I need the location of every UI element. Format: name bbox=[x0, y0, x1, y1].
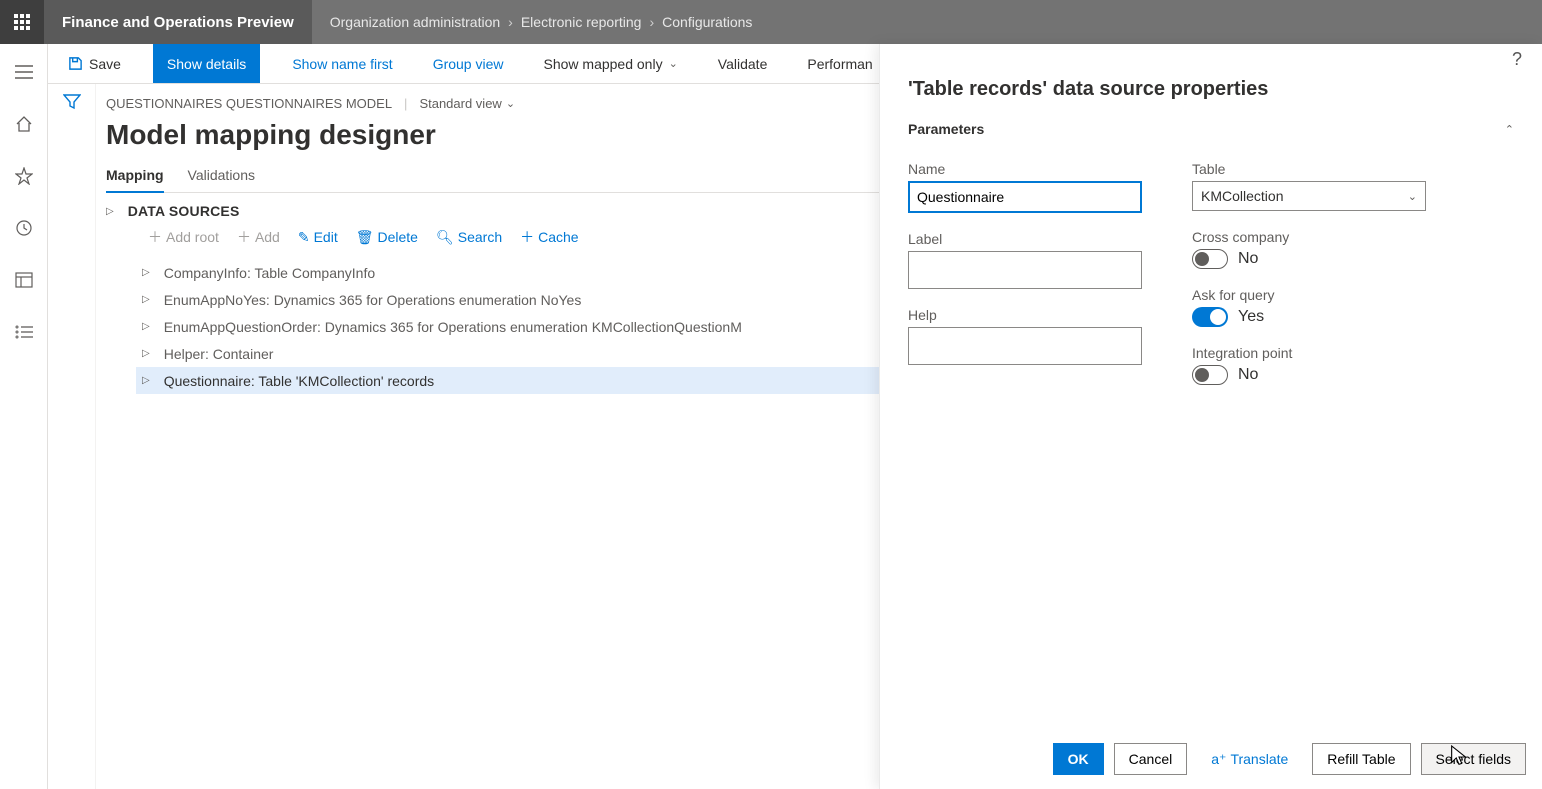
chevron-right-icon: › bbox=[500, 14, 521, 30]
expand-icon: ▷ bbox=[142, 375, 150, 386]
search-button[interactable]: 🔍︎ Search bbox=[436, 227, 502, 247]
clock-icon[interactable] bbox=[4, 208, 44, 248]
form-icon[interactable] bbox=[4, 260, 44, 300]
edit-button[interactable]: ✎ Edit bbox=[298, 227, 338, 247]
view-selector[interactable]: Standard view ⌄ bbox=[419, 96, 515, 111]
group-view-button[interactable]: Group view bbox=[425, 44, 512, 83]
pane-title: 'Table records' data source properties bbox=[880, 74, 1542, 113]
pane-footer: OK Cancel a⁺Translate Refill Table Selec… bbox=[880, 729, 1542, 789]
select-fields-button[interactable]: Select fields bbox=[1421, 743, 1526, 775]
expand-icon[interactable]: ▷ bbox=[106, 206, 114, 217]
breadcrumb-item[interactable]: Configurations bbox=[662, 14, 752, 30]
filter-column bbox=[48, 84, 96, 789]
label-field: Label bbox=[908, 231, 1148, 289]
pencil-icon: ✎ bbox=[298, 229, 310, 246]
tab-validations[interactable]: Validations bbox=[188, 159, 255, 192]
plus-icon: ＋ bbox=[237, 227, 251, 247]
expand-icon: ▷ bbox=[142, 321, 150, 332]
validate-button[interactable]: Validate bbox=[710, 44, 776, 83]
label-input[interactable] bbox=[908, 251, 1142, 289]
save-icon bbox=[68, 56, 83, 71]
trash-icon: 🗑 bbox=[356, 229, 374, 246]
star-icon[interactable] bbox=[4, 156, 44, 196]
ask-query-toggle[interactable] bbox=[1192, 307, 1228, 327]
filter-icon[interactable] bbox=[63, 94, 81, 789]
nav-rail bbox=[0, 44, 48, 789]
show-mapped-only-button[interactable]: Show mapped only ⌄ bbox=[536, 44, 686, 83]
list-icon[interactable] bbox=[4, 312, 44, 352]
parameters-form: Name Label Help Table KMCollection bbox=[880, 137, 1542, 385]
help-icon[interactable]: ? bbox=[1512, 49, 1522, 70]
name-field: Name bbox=[908, 161, 1148, 213]
chevron-right-icon: › bbox=[641, 14, 662, 30]
performance-button[interactable]: Performan bbox=[799, 44, 880, 83]
plus-icon: ＋ bbox=[148, 227, 162, 247]
table-select[interactable]: KMCollection ⌄ bbox=[1192, 181, 1426, 211]
add-root-button[interactable]: ＋Add root bbox=[148, 227, 219, 247]
delete-button[interactable]: 🗑 Delete bbox=[356, 227, 418, 247]
cache-button[interactable]: ＋Cache bbox=[520, 227, 578, 247]
expand-icon: ▷ bbox=[142, 267, 150, 278]
chevron-down-icon: ⌄ bbox=[1408, 190, 1417, 203]
data-sources-title: DATA SOURCES bbox=[128, 203, 240, 219]
cancel-button[interactable]: Cancel bbox=[1114, 743, 1188, 775]
cross-company-field: Cross company No bbox=[1192, 229, 1432, 269]
parameters-section-header[interactable]: Parameters ⌃ bbox=[880, 113, 1542, 137]
chevron-down-icon: ⌄ bbox=[506, 97, 515, 110]
expand-icon: ▷ bbox=[142, 294, 150, 305]
save-button[interactable]: Save bbox=[60, 44, 129, 83]
expand-icon: ▷ bbox=[142, 348, 150, 359]
chevron-down-icon: ⌄ bbox=[669, 57, 678, 70]
app-launcher-button[interactable] bbox=[0, 0, 44, 44]
breadcrumb-item[interactable]: Organization administration bbox=[330, 14, 500, 30]
breadcrumb: Organization administration › Electronic… bbox=[312, 0, 1542, 44]
breadcrumb-item[interactable]: Electronic reporting bbox=[521, 14, 642, 30]
add-button[interactable]: ＋Add bbox=[237, 227, 280, 247]
app-title: Finance and Operations Preview bbox=[44, 14, 312, 31]
name-input[interactable] bbox=[908, 181, 1142, 213]
integration-field: Integration point No bbox=[1192, 345, 1432, 385]
chevron-up-icon: ⌃ bbox=[1505, 123, 1514, 136]
search-icon: 🔍︎ bbox=[436, 229, 454, 246]
show-details-button[interactable]: Show details bbox=[153, 44, 260, 83]
tab-mapping[interactable]: Mapping bbox=[106, 159, 164, 193]
ok-button[interactable]: OK bbox=[1053, 743, 1104, 775]
page-context: QUESTIONNAIRES QUESTIONNAIRES MODEL bbox=[106, 96, 392, 111]
show-name-first-button[interactable]: Show name first bbox=[284, 44, 400, 83]
help-field: Help bbox=[908, 307, 1148, 365]
top-bar: Finance and Operations Preview Organizat… bbox=[0, 0, 1542, 44]
translate-button[interactable]: a⁺Translate bbox=[1197, 743, 1302, 775]
menu-icon[interactable] bbox=[4, 52, 44, 92]
waffle-icon bbox=[14, 14, 30, 30]
help-input[interactable] bbox=[908, 327, 1142, 365]
cross-company-toggle[interactable] bbox=[1192, 249, 1228, 269]
translate-icon: a⁺ bbox=[1211, 751, 1226, 768]
integration-toggle[interactable] bbox=[1192, 365, 1228, 385]
home-icon[interactable] bbox=[4, 104, 44, 144]
refill-table-button[interactable]: Refill Table bbox=[1312, 743, 1410, 775]
plus-icon: ＋ bbox=[520, 227, 534, 247]
properties-pane: ? 'Table records' data source properties… bbox=[879, 44, 1542, 789]
table-field: Table KMCollection ⌄ bbox=[1192, 161, 1432, 211]
ask-query-field: Ask for query Yes bbox=[1192, 287, 1432, 327]
